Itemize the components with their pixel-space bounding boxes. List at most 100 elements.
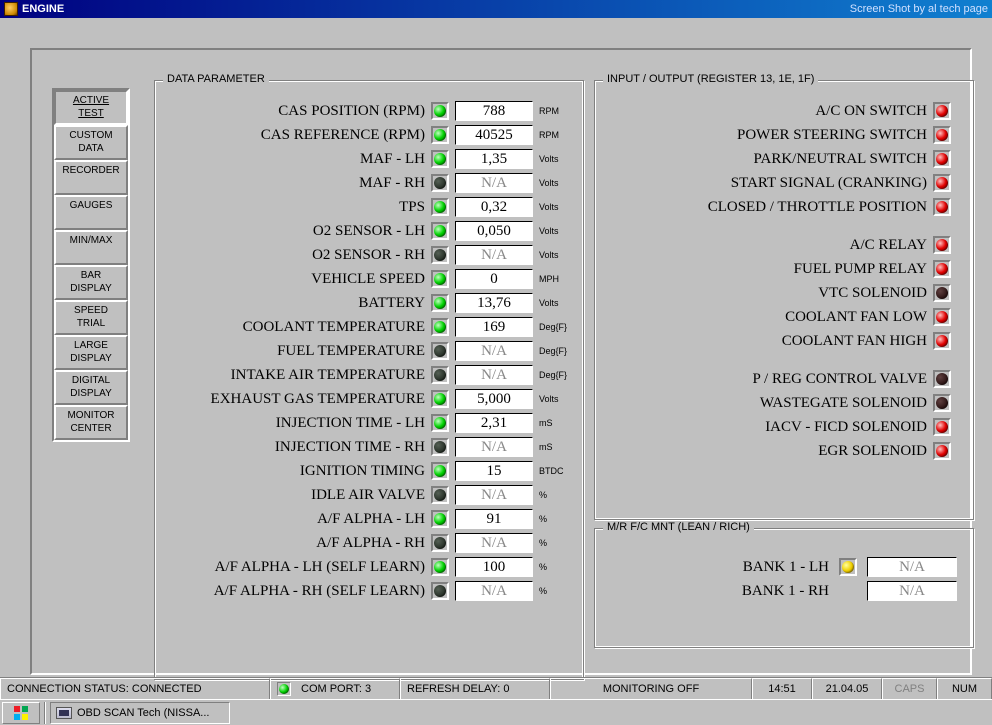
status-comport: COM PORT: 3 — [270, 678, 400, 699]
data-parameter-row: COOLANT TEMPERATURE169Deg{F} — [163, 315, 575, 339]
parameter-label: O2 SENSOR - RH — [163, 247, 431, 264]
status-led-icon — [431, 270, 449, 288]
io-label: IACV - FICD SOLENOID — [601, 419, 933, 436]
parameter-unit: Volts — [539, 250, 575, 260]
status-led-icon — [431, 198, 449, 216]
parameter-value: 100 — [455, 557, 533, 577]
io-label: A/C RELAY — [601, 237, 933, 254]
parameter-unit: % — [539, 490, 575, 500]
nav-button[interactable]: ACTIVE TEST — [54, 90, 128, 125]
io-led-icon — [933, 102, 951, 120]
watermark-text: Screen Shot by al tech page — [850, 3, 988, 15]
group-io-legend: INPUT / OUTPUT (REGISTER 13, 1E, 1F) — [603, 73, 818, 85]
nav-button[interactable]: CUSTOM DATA — [54, 125, 128, 160]
io-gap — [601, 219, 957, 233]
title-bar: ENGINE Screen Shot by al tech page — [0, 0, 992, 18]
nav-button[interactable]: MIN/MAX — [54, 230, 128, 265]
group-input-output: INPUT / OUTPUT (REGISTER 13, 1E, 1F) A/C… — [594, 80, 974, 520]
nav-button[interactable]: LARGE DISPLAY — [54, 335, 128, 370]
io-label: VTC SOLENOID — [601, 285, 933, 302]
parameter-label: BATTERY — [163, 295, 431, 312]
nav-button[interactable]: SPEED TRIAL — [54, 300, 128, 335]
taskbar-task-button[interactable]: OBD SCAN Tech (NISSA... — [50, 702, 230, 724]
nav-button[interactable]: DIGITAL DISPLAY — [54, 370, 128, 405]
data-parameter-row: MAF - RHN/AVolts — [163, 171, 575, 195]
parameter-value: 40525 — [455, 125, 533, 145]
nav-button[interactable]: GAUGES — [54, 195, 128, 230]
io-label: FUEL PUMP RELAY — [601, 261, 933, 278]
parameter-unit: Volts — [539, 394, 575, 404]
io-label: P / REG CONTROL VALVE — [601, 371, 933, 388]
parameter-unit: Volts — [539, 202, 575, 212]
parameter-value: 15 — [455, 461, 533, 481]
start-button[interactable] — [2, 702, 40, 724]
parameter-label: A/F ALPHA - LH (SELF LEARN) — [163, 559, 431, 576]
parameter-unit: Volts — [539, 178, 575, 188]
parameter-unit: % — [539, 586, 575, 596]
status-refresh: REFRESH DELAY: 0 — [400, 678, 550, 699]
task-app-icon — [56, 707, 72, 719]
main-panel: ACTIVE TESTCUSTOM DATARECORDERGAUGESMIN/… — [30, 48, 972, 675]
parameter-value: 0 — [455, 269, 533, 289]
parameter-unit: Volts — [539, 154, 575, 164]
io-gap — [601, 353, 957, 367]
status-led-icon — [431, 222, 449, 240]
nav-button[interactable]: BAR DISPLAY — [54, 265, 128, 300]
status-led-icon — [431, 342, 449, 360]
group-mr-legend: M/R F/C MNT (LEAN / RICH) — [603, 521, 754, 533]
nav-button[interactable]: RECORDER — [54, 160, 128, 195]
data-parameter-row: A/F ALPHA - LH (SELF LEARN) 100% — [163, 555, 575, 579]
io-row: FUEL PUMP RELAY — [601, 257, 957, 281]
parameter-value: N/A — [455, 245, 533, 265]
status-led-icon — [431, 294, 449, 312]
io-row: P / REG CONTROL VALVE — [601, 367, 957, 391]
data-parameter-row: A/F ALPHA - RHN/A% — [163, 531, 575, 555]
parameter-value: 169 — [455, 317, 533, 337]
nav-button[interactable]: MONITOR CENTER — [54, 405, 128, 440]
mr-label: BANK 1 - RH — [679, 583, 839, 600]
data-parameter-row: IGNITION TIMING15BTDC — [163, 459, 575, 483]
io-row: WASTEGATE SOLENOID — [601, 391, 957, 415]
parameter-label: A/F ALPHA - LH — [163, 511, 431, 528]
task-label: OBD SCAN Tech (NISSA... — [77, 707, 209, 719]
client-area: ACTIVE TESTCUSTOM DATARECORDERGAUGESMIN/… — [0, 18, 992, 695]
data-parameter-row: INJECTION TIME - LH2,31mS — [163, 411, 575, 435]
parameter-value: N/A — [455, 365, 533, 385]
data-parameter-row: CAS POSITION (RPM)788RPM — [163, 99, 575, 123]
parameter-value: N/A — [455, 341, 533, 361]
parameter-label: INTAKE AIR TEMPERATURE — [163, 367, 431, 384]
status-led-icon — [431, 534, 449, 552]
status-led-icon — [431, 102, 449, 120]
parameter-label: TPS — [163, 199, 431, 216]
parameter-unit: Deg{F} — [539, 346, 575, 356]
parameter-unit: % — [539, 562, 575, 572]
parameter-label: FUEL TEMPERATURE — [163, 343, 431, 360]
io-label: PARK/NEUTRAL SWITCH — [601, 151, 933, 168]
parameter-value: N/A — [455, 437, 533, 457]
parameter-label: A/F ALPHA - RH — [163, 535, 431, 552]
io-led-icon — [933, 174, 951, 192]
parameter-value: 2,31 — [455, 413, 533, 433]
data-parameter-row: CAS REFERENCE (RPM)40525RPM — [163, 123, 575, 147]
parameter-label: MAF - RH — [163, 175, 431, 192]
parameter-value: N/A — [455, 581, 533, 601]
parameter-label: CAS REFERENCE (RPM) — [163, 127, 431, 144]
parameter-value: 13,76 — [455, 293, 533, 313]
group-data-legend: DATA PARAMETER — [163, 73, 269, 85]
parameter-label: IDLE AIR VALVE — [163, 487, 431, 504]
parameter-unit: Volts — [539, 298, 575, 308]
io-led-icon — [933, 236, 951, 254]
data-parameter-row: BATTERY 13,76 Volts — [163, 291, 575, 315]
group-data-parameter: DATA PARAMETER CAS POSITION (RPM)788RPMC… — [154, 80, 584, 680]
io-row: EGR SOLENOID — [601, 439, 957, 463]
parameter-label: O2 SENSOR - LH — [163, 223, 431, 240]
status-bar: CONNECTION STATUS: CONNECTED COM PORT: 3… — [0, 677, 992, 699]
io-row: COOLANT FAN HIGH — [601, 329, 957, 353]
io-led-icon — [933, 370, 951, 388]
parameter-label: COOLANT TEMPERATURE — [163, 319, 431, 336]
status-led-icon — [431, 510, 449, 528]
io-label: EGR SOLENOID — [601, 443, 933, 460]
status-led-icon — [431, 462, 449, 480]
taskbar-divider — [44, 702, 46, 724]
io-row: A/C ON SWITCH — [601, 99, 957, 123]
